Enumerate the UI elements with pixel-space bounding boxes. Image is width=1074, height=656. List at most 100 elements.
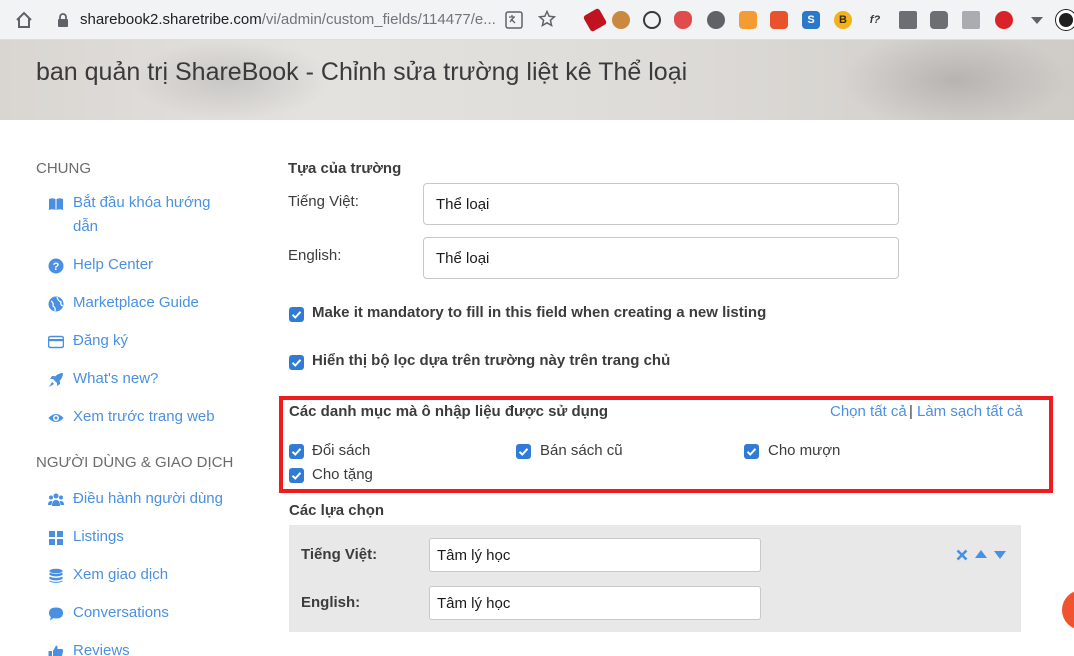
eye-icon xyxy=(48,414,64,422)
option-en-label: English: xyxy=(301,594,361,611)
title-en-input[interactable]: Thể loại xyxy=(423,237,899,279)
sidebar: CHUNG Bắt đầu khóa hướng dẫn ? Help Cent… xyxy=(0,120,260,656)
homepage-filter-label: Hiển thị bộ lọc dựa trên trường này trên… xyxy=(312,352,671,369)
category-checkbox-ban-sach-cu[interactable] xyxy=(516,444,531,459)
rocket-icon xyxy=(49,373,63,387)
formula-extension-icon[interactable]: f? xyxy=(866,11,884,29)
support-chat-button[interactable] xyxy=(1062,590,1074,630)
sidebar-item-label: Reviews xyxy=(73,642,130,656)
check-icon xyxy=(291,311,302,319)
users-icon xyxy=(48,493,64,506)
chat-icon xyxy=(49,607,63,621)
svg-text:?: ? xyxy=(53,261,60,273)
question-circle-icon: ? xyxy=(48,258,64,274)
sidebar-item-conversations[interactable]: Conversations xyxy=(48,604,223,625)
b-extension-icon[interactable]: B xyxy=(834,11,852,29)
home-icon[interactable] xyxy=(14,10,34,30)
check-icon xyxy=(291,448,302,456)
link-separator: | xyxy=(909,403,913,420)
chart-extension-icon[interactable] xyxy=(770,11,788,29)
database-icon xyxy=(49,568,63,583)
page-title: ban quản trị ShareBook - Chỉnh sửa trườn… xyxy=(36,58,688,86)
sidebar-section-general: CHUNG xyxy=(36,160,91,177)
sidebar-item-label: What's new? xyxy=(73,370,159,387)
chevron-down-icon[interactable] xyxy=(1028,11,1046,29)
book-icon xyxy=(49,198,63,210)
option-en-input[interactable]: Tâm lý học xyxy=(429,586,761,620)
remove-option-icon[interactable] xyxy=(955,548,969,562)
ruby-extension-icon[interactable] xyxy=(582,7,608,33)
sidebar-item-label: Đăng ký xyxy=(73,332,129,349)
lang-en-label: English: xyxy=(288,247,342,264)
title-vi-input[interactable]: Thể loại xyxy=(423,183,899,225)
grid-icon xyxy=(49,531,63,545)
sidebar-item-whats-new[interactable]: What's new? xyxy=(48,370,223,391)
sidebar-item-manage-users[interactable]: Điều hành người dùng xyxy=(48,490,223,511)
download-extension-icon[interactable] xyxy=(962,11,980,29)
tools-extension-icon[interactable] xyxy=(899,11,917,29)
move-up-icon[interactable] xyxy=(974,547,988,561)
cookie-extension-icon[interactable] xyxy=(612,11,630,29)
option-row: Tiếng Việt: Tâm lý học English: Tâm lý h… xyxy=(289,525,1021,632)
check-icon xyxy=(291,359,302,367)
sidebar-item-label: Conversations xyxy=(73,604,169,621)
category-checkbox-doi-sach[interactable] xyxy=(289,444,304,459)
sidebar-item-reviews[interactable]: Reviews xyxy=(48,642,223,656)
url-path: /vi/admin/custom_fields/114477/e... xyxy=(261,11,496,28)
category-checkbox-cho-muon[interactable] xyxy=(744,444,759,459)
lang-vi-label: Tiếng Việt: xyxy=(288,193,359,210)
sidebar-item-label: Xem giao dịch xyxy=(73,566,169,583)
category-label: Cho tặng xyxy=(312,466,373,483)
homepage-filter-checkbox[interactable] xyxy=(289,355,304,370)
sidebar-item-label: Help Center xyxy=(73,256,154,273)
option-vi-input[interactable]: Tâm lý học xyxy=(429,538,761,572)
page-header: ban quản trị ShareBook - Chỉnh sửa trườn… xyxy=(0,40,1074,120)
browser-toolbar: sharebook2.sharetribe.com/vi/admin/custo… xyxy=(0,0,1074,40)
s-extension-icon[interactable]: S xyxy=(802,11,820,29)
sidebar-item-marketplace-guide[interactable]: Marketplace Guide xyxy=(48,294,223,315)
shield-extension-icon[interactable] xyxy=(674,11,692,29)
react-extension-icon[interactable] xyxy=(643,11,661,29)
sidebar-item-transactions[interactable]: Xem giao dịch xyxy=(48,566,223,587)
category-label: Bán sách cũ xyxy=(540,442,623,459)
sidebar-item-label: Bắt đầu khóa hướng dẫn xyxy=(73,194,211,235)
address-bar[interactable]: sharebook2.sharetribe.com/vi/admin/custo… xyxy=(80,11,496,28)
category-label: Cho mượn xyxy=(768,442,841,459)
bookmark-star-icon[interactable] xyxy=(538,10,556,28)
sidebar-item-label: Xem trước trang web xyxy=(73,408,215,425)
check-icon xyxy=(291,472,302,480)
sidebar-item-label: Điều hành người dùng xyxy=(73,490,223,507)
globe-icon xyxy=(48,296,64,312)
sidebar-item-tutorial[interactable]: Bắt đầu khóa hướng dẫn xyxy=(48,194,223,239)
clear-all-link[interactable]: Làm sạch tất cả xyxy=(917,403,1023,420)
options-heading: Các lựa chọn xyxy=(289,502,385,519)
record-extension-icon[interactable] xyxy=(707,11,725,29)
hand-extension-icon[interactable] xyxy=(995,11,1013,29)
thumbs-up-icon xyxy=(48,645,64,656)
categories-heading: Các danh mục mà ô nhập liệu được sử dụng xyxy=(289,403,609,420)
camera-extension-icon[interactable] xyxy=(930,11,948,29)
field-title-heading: Tựa của trường xyxy=(288,160,402,177)
lock-icon[interactable] xyxy=(56,12,70,28)
category-checkbox-cho-tang[interactable] xyxy=(289,468,304,483)
option-vi-label: Tiếng Việt: xyxy=(301,546,378,563)
sidebar-item-label: Listings xyxy=(73,528,124,545)
move-down-icon[interactable] xyxy=(993,548,1007,562)
sidebar-item-subscription[interactable]: Đăng ký xyxy=(48,332,223,353)
select-all-link[interactable]: Chọn tất cả xyxy=(830,403,907,420)
sidebar-item-label: Marketplace Guide xyxy=(73,294,199,311)
check-icon xyxy=(746,448,757,456)
mandatory-checkbox[interactable] xyxy=(289,307,304,322)
url-host: sharebook2.sharetribe.com xyxy=(80,11,262,28)
category-label: Đổi sách xyxy=(312,442,371,459)
mandatory-label: Make it mandatory to fill in this field … xyxy=(312,304,767,321)
sidebar-item-preview-site[interactable]: Xem trước trang web xyxy=(48,408,223,429)
chrome-profile-icon[interactable] xyxy=(1056,10,1074,30)
sidebar-item-listings[interactable]: Listings xyxy=(48,528,223,549)
sidebar-item-help-center[interactable]: ? Help Center xyxy=(48,256,223,277)
fox-extension-icon[interactable] xyxy=(739,11,757,29)
sidebar-section-users: NGƯỜI DÙNG & GIAO DỊCH xyxy=(36,454,234,471)
check-icon xyxy=(518,448,529,456)
translate-icon[interactable] xyxy=(505,11,523,29)
credit-card-icon xyxy=(48,335,64,349)
